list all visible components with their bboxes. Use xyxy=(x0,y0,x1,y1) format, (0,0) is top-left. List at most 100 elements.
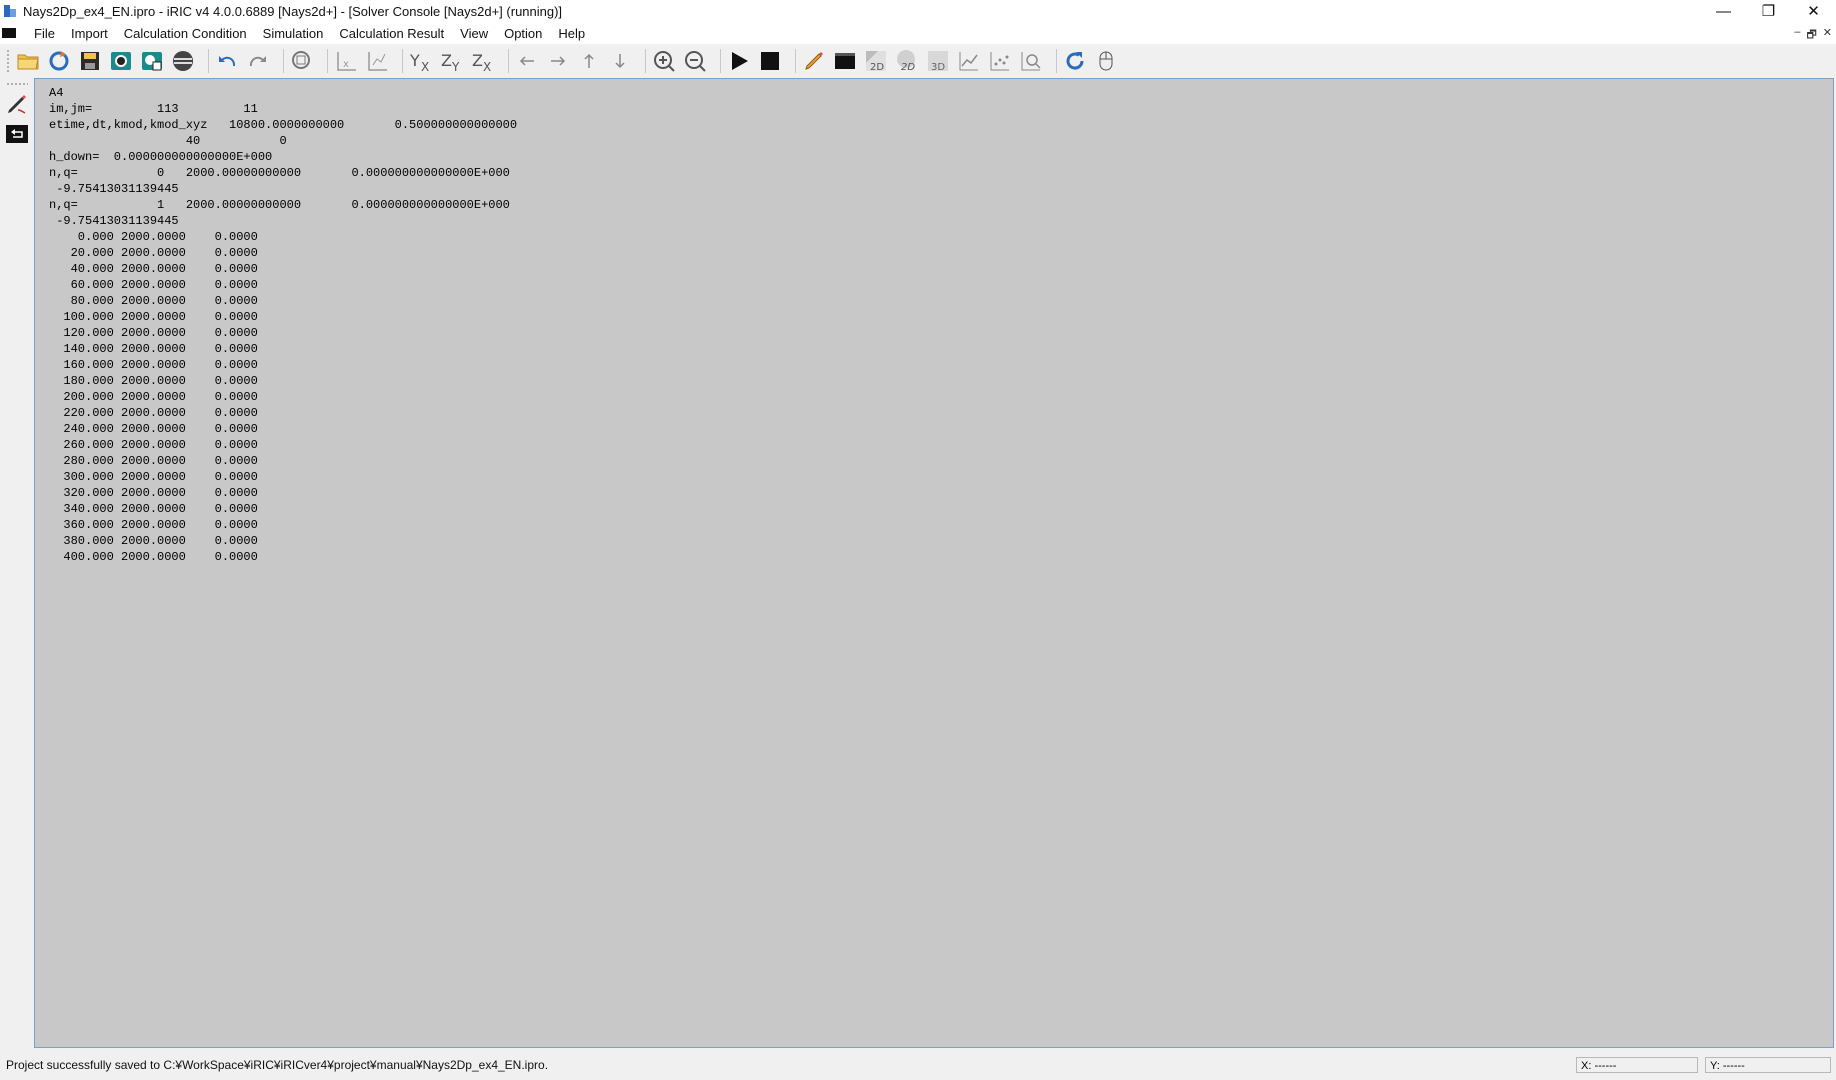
menu-simulation[interactable]: Simulation xyxy=(255,26,332,41)
zoom-fit-icon[interactable] xyxy=(290,48,314,74)
left-toolbar-grip[interactable] xyxy=(6,82,28,86)
zoom-out-icon[interactable] xyxy=(683,48,707,74)
console-output: A4 im,jm= 113 11 etime,dt,kmod,kmod_xyz … xyxy=(35,79,1833,565)
console-line: 240.000 2000.0000 0.0000 xyxy=(49,422,258,436)
menu-help[interactable]: Help xyxy=(550,26,593,41)
view-yx-icon[interactable]: YX xyxy=(409,48,433,74)
console-line: 320.000 2000.0000 0.0000 xyxy=(49,486,258,500)
2d-bird-icon[interactable]: 2D xyxy=(895,48,919,74)
console-line: im,jm= 113 11 xyxy=(49,102,258,116)
reload-icon[interactable] xyxy=(47,48,71,74)
menu-option[interactable]: Option xyxy=(496,26,550,41)
scatter-icon[interactable] xyxy=(988,48,1012,74)
toolbar-separator xyxy=(283,49,284,73)
zoom-in-icon[interactable] xyxy=(652,48,676,74)
2d-bird-label: 2D xyxy=(901,62,915,73)
console-line: 360.000 2000.0000 0.0000 xyxy=(49,518,258,532)
refresh-icon[interactable] xyxy=(1063,48,1087,74)
console-line: 260.000 2000.0000 0.0000 xyxy=(49,438,258,452)
ball-icon[interactable] xyxy=(171,48,195,74)
mdi-close-button[interactable]: ✕ xyxy=(1823,26,1832,45)
edit-pencil-icon[interactable] xyxy=(5,92,29,116)
arrow-left-icon[interactable] xyxy=(515,48,539,74)
mouse-icon[interactable] xyxy=(1094,48,1118,74)
edit-icon[interactable] xyxy=(802,48,826,74)
toolbar-separator xyxy=(720,49,721,73)
redo-icon[interactable] xyxy=(246,48,270,74)
iric-app-icon[interactable] xyxy=(3,4,17,18)
window-title: Nays2Dp_ex4_EN.ipro - iRIC v4 4.0.0.6889… xyxy=(23,3,563,19)
console-back-icon[interactable] xyxy=(5,122,29,146)
save-icon[interactable] xyxy=(78,48,102,74)
console-line: 300.000 2000.0000 0.0000 xyxy=(49,470,258,484)
console-line: n,q= 0 2000.00000000000 0.00000000000000… xyxy=(49,166,510,180)
svg-text:Y: Y xyxy=(451,60,460,73)
zoom-window-icon[interactable] xyxy=(1019,48,1043,74)
console-line: 0.000 2000.0000 0.0000 xyxy=(49,230,258,244)
toolbar-separator xyxy=(645,49,646,73)
menu-import[interactable]: Import xyxy=(63,26,116,41)
console-icon[interactable] xyxy=(833,48,857,74)
console-line: 140.000 2000.0000 0.0000 xyxy=(49,342,258,356)
undo-icon[interactable] xyxy=(215,48,239,74)
svg-text:Y: Y xyxy=(409,51,420,70)
minimize-button[interactable]: — xyxy=(1701,0,1746,22)
console-line: 380.000 2000.0000 0.0000 xyxy=(49,534,258,548)
system-menu-icon[interactable] xyxy=(2,28,16,38)
console-line: 60.000 2000.0000 0.0000 xyxy=(49,278,258,292)
console-line: -9.75413031139445 xyxy=(49,214,179,228)
2d-icon[interactable]: 2D xyxy=(864,48,888,74)
restore-button[interactable]: ❐ xyxy=(1746,0,1791,22)
snapshot-icon[interactable] xyxy=(140,48,164,74)
main-toolbar: x YX ZY ZX 2D 2D 3D xyxy=(0,44,1836,78)
menu-calculation-result[interactable]: Calculation Result xyxy=(331,26,452,41)
console-line: 200.000 2000.0000 0.0000 xyxy=(49,390,258,404)
console-line: n,q= 1 2000.00000000000 0.00000000000000… xyxy=(49,198,510,212)
console-line: 340.000 2000.0000 0.0000 xyxy=(49,502,258,516)
menu-view[interactable]: View xyxy=(452,26,496,41)
toolbar-grip[interactable] xyxy=(6,49,10,73)
view-zx-icon[interactable]: ZX xyxy=(471,48,495,74)
svg-text:x: x xyxy=(343,59,349,70)
left-toolbar xyxy=(0,78,34,1050)
window-controls: — ❐ ✕ xyxy=(1701,0,1836,22)
close-button[interactable]: ✕ xyxy=(1791,0,1836,22)
console-line: 20.000 2000.0000 0.0000 xyxy=(49,246,258,260)
status-message: Project successfully saved to C:¥WorkSpa… xyxy=(6,1058,549,1072)
camera-icon[interactable] xyxy=(109,48,133,74)
graph-icon[interactable] xyxy=(957,48,981,74)
console-line: A4 xyxy=(49,86,64,100)
menu-file[interactable]: File xyxy=(26,26,63,41)
title-bar: Nays2Dp_ex4_EN.ipro - iRIC v4 4.0.0.6889… xyxy=(0,0,1836,22)
2d-label: 2D xyxy=(870,62,884,73)
menu-calculation-condition[interactable]: Calculation Condition xyxy=(116,26,255,41)
mdi-restore-button[interactable]: 🗗 xyxy=(1806,26,1816,45)
arrow-down-icon[interactable] xyxy=(608,48,632,74)
3d-icon[interactable]: 3D xyxy=(926,48,950,74)
toolbar-separator xyxy=(508,49,509,73)
stop-icon[interactable] xyxy=(758,48,782,74)
console-line: 80.000 2000.0000 0.0000 xyxy=(49,294,258,308)
svg-text:Z: Z xyxy=(472,51,483,70)
open-project-icon[interactable] xyxy=(16,48,40,74)
arrow-right-icon[interactable] xyxy=(546,48,570,74)
console-line: 160.000 2000.0000 0.0000 xyxy=(49,358,258,372)
3d-label: 3D xyxy=(931,62,945,73)
svg-text:X: X xyxy=(483,60,491,73)
console-line: 40.000 2000.0000 0.0000 xyxy=(49,262,258,276)
solver-console[interactable]: A4 im,jm= 113 11 etime,dt,kmod,kmod_xyz … xyxy=(34,78,1834,1048)
arrow-up-icon[interactable] xyxy=(577,48,601,74)
svg-text:X: X xyxy=(421,60,429,73)
console-line: -9.75413031139445 xyxy=(49,182,179,196)
y-coordinate-display: Y: ------ xyxy=(1705,1057,1831,1073)
axis-xy-icon[interactable] xyxy=(365,48,389,74)
run-icon[interactable] xyxy=(727,48,751,74)
axis-x-icon[interactable]: x xyxy=(334,48,358,74)
view-zy-icon[interactable]: ZY xyxy=(440,48,464,74)
mdi-minimize-button[interactable]: – xyxy=(1794,26,1800,45)
mdi-controls: – 🗗 ✕ xyxy=(1794,26,1832,45)
x-coordinate-display: X: ------ xyxy=(1576,1057,1698,1073)
svg-text:Z: Z xyxy=(441,51,452,70)
console-line: 280.000 2000.0000 0.0000 xyxy=(49,454,258,468)
toolbar-separator xyxy=(795,49,796,73)
